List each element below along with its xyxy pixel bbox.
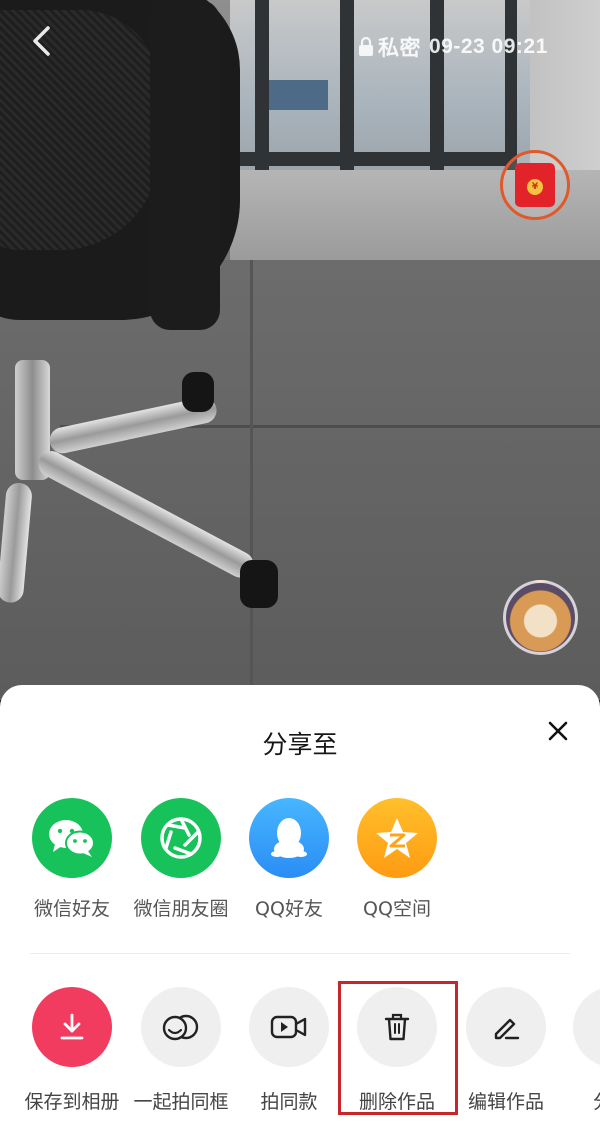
qq-icon	[249, 798, 329, 878]
video-camera-icon	[249, 987, 329, 1067]
action-label: 分	[593, 1087, 600, 1114]
share-label: 微信朋友圈	[133, 898, 229, 920]
action-label: 编辑作品	[467, 1091, 544, 1113]
lock-icon	[359, 37, 373, 56]
share-label: QQ空间	[363, 898, 431, 920]
chair-wheel	[240, 560, 278, 608]
qzone-icon	[357, 798, 437, 878]
balcony-rail	[255, 0, 269, 170]
wechat-icon	[32, 798, 112, 878]
avatar[interactable]	[503, 580, 578, 655]
edit-work-button[interactable]: 编辑作品	[451, 987, 561, 1114]
share-label: 微信好友	[33, 898, 110, 920]
divider	[30, 953, 570, 954]
edit-pencil-icon	[466, 987, 546, 1067]
save-to-album-button[interactable]: 保存到相册	[17, 987, 127, 1114]
share-wechat-friends[interactable]: 微信好友	[17, 798, 127, 921]
action-label: 保存到相册	[24, 1091, 120, 1113]
download-icon	[32, 987, 112, 1067]
moments-icon	[141, 798, 221, 878]
yuan-coin-icon: ¥	[527, 179, 543, 195]
chair-wheel	[182, 372, 214, 412]
chair-arm	[150, 0, 220, 330]
share-qq-friends[interactable]: QQ好友	[234, 798, 344, 921]
duet-button[interactable]: 一起拍同框	[126, 987, 236, 1114]
share-sheet: 分享至 微信好友 微信朋友圈 QQ好友 QQ空间 保存到相册 一起拍同框 拍同款…	[0, 685, 600, 1138]
more-action-button[interactable]: 分	[559, 987, 600, 1114]
delete-work-button[interactable]: 删除作品	[342, 987, 452, 1114]
privacy-label: 私密	[378, 37, 421, 60]
close-button[interactable]	[546, 719, 570, 743]
trash-icon	[357, 987, 437, 1067]
balcony-rail	[340, 0, 354, 170]
action-label: 删除作品	[358, 1091, 435, 1113]
more-icon	[573, 987, 600, 1067]
shoot-same-button[interactable]: 拍同款	[234, 987, 344, 1114]
share-label: QQ好友	[255, 898, 323, 920]
back-button[interactable]	[26, 24, 60, 58]
back-arrow-icon	[33, 26, 50, 56]
duet-icon	[141, 987, 221, 1067]
timestamp: 09-23 09:21	[429, 35, 548, 58]
red-envelope-icon: ¥	[515, 163, 555, 207]
red-envelope-button[interactable]: ¥	[500, 150, 570, 220]
close-icon	[548, 721, 568, 741]
action-label: 一起拍同框	[133, 1091, 229, 1113]
sheet-title: 分享至	[262, 730, 338, 759]
privacy-status: 私密 09-23 09:21	[358, 32, 548, 62]
share-wechat-moments[interactable]: 微信朋友圈	[126, 798, 236, 921]
balcony-rail	[430, 0, 444, 170]
action-label: 拍同款	[260, 1091, 318, 1113]
share-qzone[interactable]: QQ空间	[342, 798, 452, 921]
balcony-rail	[505, 0, 517, 170]
